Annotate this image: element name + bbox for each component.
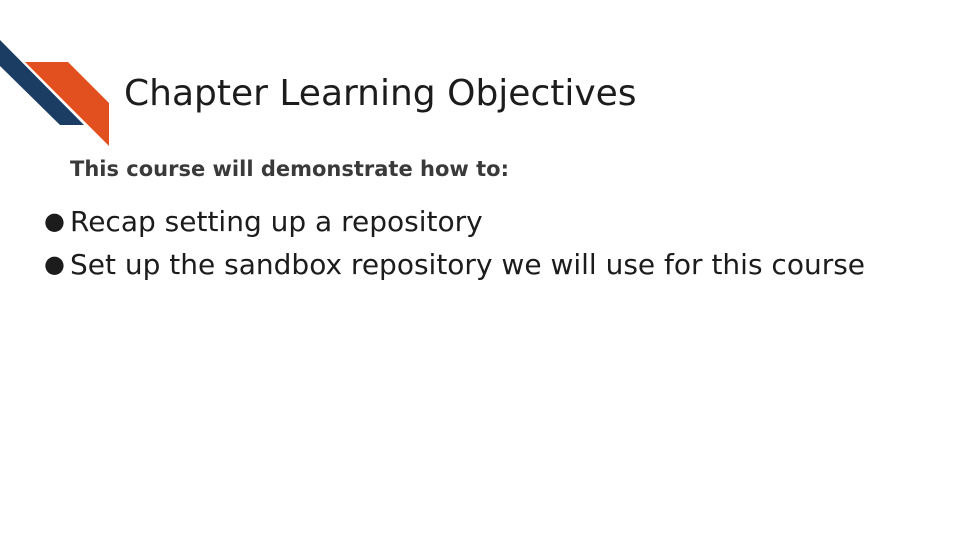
list-item-text: Set up the sandbox repository we will us… <box>70 248 866 281</box>
list-item: ● Recap setting up a repository <box>44 200 874 243</box>
objectives-list: ● Recap setting up a repository ● Set up… <box>44 200 874 286</box>
bullet-icon: ● <box>44 207 65 235</box>
slide-subtitle: This course will demonstrate how to: <box>70 157 509 181</box>
slide: Chapter Learning Objectives This course … <box>0 0 960 540</box>
chevron-stripes-logo <box>0 40 109 146</box>
list-item-text: Recap setting up a repository <box>70 205 483 238</box>
logo-orange-stripe <box>25 62 109 146</box>
bullet-icon: ● <box>44 250 65 278</box>
slide-title: Chapter Learning Objectives <box>124 73 637 114</box>
list-item: ● Set up the sandbox repository we will … <box>44 243 874 286</box>
